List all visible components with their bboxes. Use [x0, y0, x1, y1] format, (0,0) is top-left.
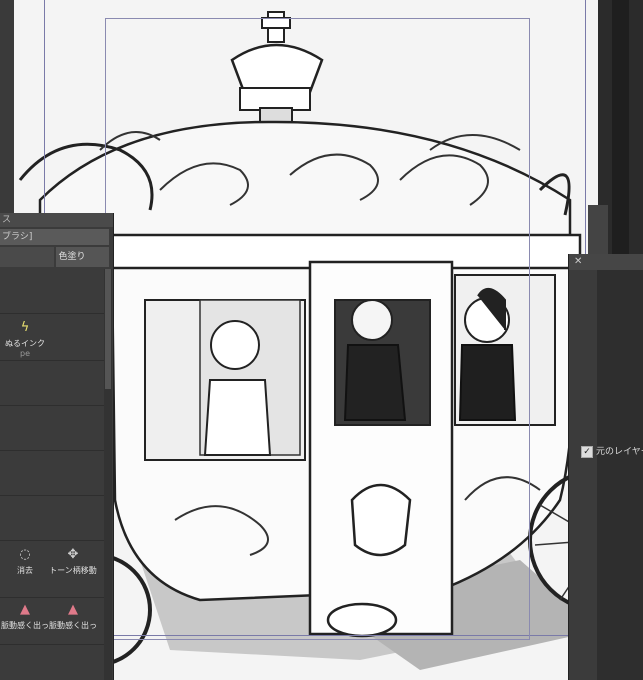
cake-icon: ▲ [20, 602, 30, 617]
tool-tone-move[interactable]: ✥ トーン柄移動 [48, 547, 98, 576]
tool-erase[interactable]: ◌ 消去 [0, 547, 50, 576]
list-item[interactable] [0, 361, 104, 406]
list-item[interactable] [0, 496, 104, 541]
list-item[interactable]: ▲ 脈動感く出っ ▲ 脈動感く出っ [0, 598, 104, 645]
checkbox-label: 元のレイヤー [596, 447, 643, 457]
cake-icon: ▲ [68, 602, 78, 617]
panel-title: ス [0, 213, 113, 227]
list-item[interactable]: ◌ 消去 ✥ トーン柄移動 [0, 541, 104, 598]
tool-tone-erase-b[interactable]: ▲ 脈動感く出っ [48, 602, 98, 631]
subtool-list: ϟ ぬるインク pe ◌ 消去 ✥ トーン柄移動 ▲ 脈動感く出っ ▲ 脈動感く… [0, 269, 104, 680]
tool-erase-label: 消去 [17, 566, 33, 575]
move-arrows-icon: ✥ [67, 547, 79, 562]
tab-brush[interactable] [0, 247, 54, 267]
list-item[interactable]: ϟ ぬるインク pe [0, 314, 104, 361]
original-layer-checkbox[interactable]: ✓元のレイヤー [581, 444, 643, 458]
subtool-scrollbar[interactable] [104, 269, 112, 680]
list-item[interactable] [0, 269, 104, 314]
tool-tone-erase-b-label: 脈動感く出っ [49, 621, 97, 630]
layer-dialog: ✕ ✓元のレイヤー [568, 254, 643, 680]
list-item[interactable] [0, 406, 104, 451]
tool-ink-suffix: pe [20, 349, 30, 358]
list-item[interactable] [0, 451, 104, 496]
tab-fill[interactable]: 色塗り [55, 247, 109, 267]
dotted-circle-icon: ◌ [19, 547, 31, 562]
tool-ink-label: ぬるインク [5, 339, 45, 348]
tool-tone-erase-a[interactable]: ▲ 脈動感く出っ [0, 602, 50, 631]
tool-tone-move-label: トーン柄移動 [49, 566, 97, 575]
close-icon[interactable]: ✕ [574, 256, 582, 267]
check-icon[interactable]: ✓ [581, 445, 593, 458]
subtool-group-field[interactable]: ブラシ] [0, 229, 109, 245]
sub-tool-panel: ス ブラシ] 色塗り ϟ ぬるインク pe ◌ 消去 ✥ トーン柄移動 ▲ 脈動… [0, 213, 114, 680]
scrollbar-thumb[interactable] [105, 269, 111, 389]
collapsed-panel-tab[interactable] [588, 205, 608, 254]
dialog-body [597, 270, 643, 680]
tool-tone-erase-a-label: 脈動感く出っ [1, 621, 49, 630]
lightning-icon: ϟ [20, 320, 30, 335]
tool-ink[interactable]: ϟ ぬるインク pe [0, 320, 50, 358]
safe-area-guide [105, 18, 530, 640]
